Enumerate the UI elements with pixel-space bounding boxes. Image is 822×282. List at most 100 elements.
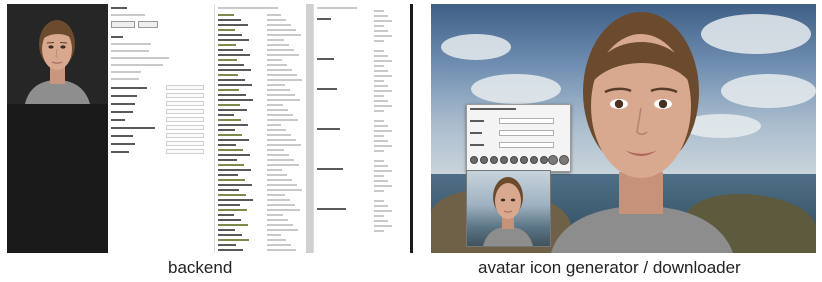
- list-row-label: [218, 19, 241, 21]
- group-label: [317, 128, 340, 130]
- list-row-label: [218, 79, 245, 81]
- backend-button-1[interactable]: [111, 21, 135, 28]
- field-input[interactable]: [166, 149, 204, 154]
- group-value: [374, 55, 388, 57]
- list-row-value: [267, 214, 283, 216]
- field-input[interactable]: [166, 85, 204, 90]
- list-row-value: [267, 24, 291, 26]
- size-select[interactable]: [499, 118, 554, 124]
- rotate-left-icon[interactable]: [548, 155, 558, 165]
- field-input[interactable]: [166, 117, 204, 122]
- field-input[interactable]: [166, 101, 204, 106]
- list-row-value: [267, 249, 296, 251]
- form-heading: [111, 7, 127, 9]
- list-row-label: [218, 64, 244, 66]
- group-value: [374, 70, 388, 72]
- list-row-value: [267, 114, 293, 116]
- list-row-value: [267, 144, 301, 146]
- list-row-value: [267, 124, 281, 126]
- circle-icon[interactable]: [520, 156, 528, 164]
- form-line: [111, 64, 163, 66]
- group-value: [374, 85, 388, 87]
- dialog-label: [470, 120, 484, 122]
- field-label: [111, 87, 147, 89]
- circle-icon[interactable]: [510, 156, 518, 164]
- group-value: [374, 90, 392, 92]
- format-select[interactable]: [499, 130, 554, 136]
- list-row-value: [267, 174, 287, 176]
- field-input[interactable]: [166, 109, 204, 114]
- list-row-label: [218, 194, 246, 196]
- group-value: [374, 140, 388, 142]
- list-row-value: [267, 169, 282, 171]
- list-row-value: [267, 94, 295, 96]
- list-row-label: [218, 189, 239, 191]
- list-row-value: [267, 54, 299, 56]
- list-row-label: [218, 84, 252, 86]
- field-input[interactable]: [166, 133, 204, 138]
- field-label: [111, 143, 135, 145]
- circle-icon[interactable]: [530, 156, 538, 164]
- column-divider: [306, 4, 313, 253]
- list-row-label: [218, 109, 247, 111]
- icon-thumbnail-preview: [466, 170, 551, 247]
- field-input[interactable]: [166, 93, 204, 98]
- list-row-value: [267, 134, 291, 136]
- parameter-list-column: [214, 4, 307, 253]
- circle-icon[interactable]: [470, 156, 478, 164]
- list-row-label: [218, 114, 234, 116]
- list-row-label: [218, 239, 249, 241]
- group-value: [374, 65, 384, 67]
- group-value: [374, 110, 384, 112]
- form-subheading: [111, 36, 123, 38]
- group-value: [374, 180, 388, 182]
- circle-icon[interactable]: [490, 156, 498, 164]
- field-label: [111, 103, 135, 105]
- circle-icon[interactable]: [540, 156, 548, 164]
- circle-icon[interactable]: [500, 156, 508, 164]
- avatar-preview: [7, 4, 108, 104]
- group-value: [374, 145, 392, 147]
- background-select[interactable]: [499, 142, 554, 148]
- list-row-label: [218, 69, 251, 71]
- list-row-label: [218, 14, 234, 16]
- list-row-value: [267, 199, 290, 201]
- generator-caption: avatar icon generator / downloader: [478, 258, 741, 277]
- list-row-label: [218, 219, 241, 221]
- list-row-label: [218, 119, 241, 121]
- group-value: [374, 210, 392, 212]
- circle-icon[interactable]: [480, 156, 488, 164]
- list-row-label: [218, 184, 252, 186]
- list-row-value: [267, 224, 293, 226]
- backend-button-2[interactable]: [138, 21, 158, 28]
- backend-screenshot: [7, 4, 413, 253]
- field-label: [111, 119, 125, 121]
- list-row-label: [218, 199, 253, 201]
- form-line: [111, 71, 141, 73]
- field-input[interactable]: [166, 125, 204, 130]
- field-label: [111, 127, 155, 129]
- group-value: [374, 160, 384, 162]
- list-row-value: [267, 229, 298, 231]
- list-row-value: [267, 39, 284, 41]
- thumbnail-face: [483, 177, 533, 246]
- form-line: [111, 57, 169, 59]
- field-input[interactable]: [166, 141, 204, 146]
- list-row-label: [218, 214, 234, 216]
- list-row-label: [218, 159, 237, 161]
- list-row-label: [218, 49, 243, 51]
- list-row-value: [267, 19, 286, 21]
- group-value: [374, 215, 384, 217]
- group-value: [374, 30, 388, 32]
- field-label: [111, 151, 129, 153]
- list-row-value: [267, 64, 287, 66]
- group-value: [374, 10, 384, 12]
- list-row-label: [218, 144, 236, 146]
- list-row-label: [218, 224, 248, 226]
- list-row-label: [218, 234, 242, 236]
- backend-caption: backend: [168, 258, 233, 277]
- rotate-right-icon[interactable]: [559, 155, 569, 165]
- list-row-value: [267, 59, 282, 61]
- list-row-label: [218, 174, 238, 176]
- group-value: [374, 25, 384, 27]
